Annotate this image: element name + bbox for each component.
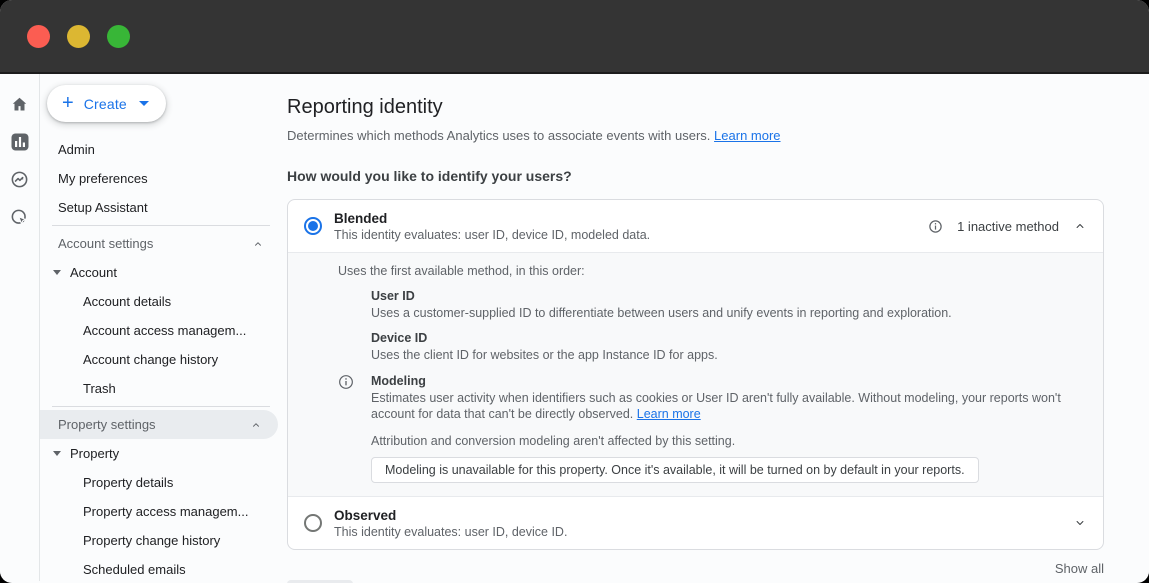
collapse-chevron-icon[interactable] [1073,219,1087,233]
section-label: Account settings [58,236,153,251]
method-description: Uses the client ID for websites or the a… [371,347,1085,363]
section-account-settings[interactable]: Account settings [40,229,280,258]
sidebar-item-my-preferences[interactable]: My preferences [40,164,280,193]
option-observed-text: Observed This identity evaluates: user I… [334,508,567,539]
divider [52,406,270,407]
sidebar-item-label: Setup Assistant [58,200,148,215]
chevron-up-icon [250,419,262,431]
minimize-button[interactable] [67,25,90,48]
method-description: Uses a customer-supplied ID to different… [371,305,1085,321]
sidebar-item-label: Account change history [83,352,218,367]
method-modeling: Modeling Estimates user activity when id… [338,373,1085,483]
sidebar-item-account-change-history[interactable]: Account change history [40,345,280,374]
method-name: Device ID [371,330,1085,346]
option-label: Observed [334,508,567,523]
option-blended-right: 1 inactive method [928,219,1087,234]
page-subtitle-text: Determines which methods Analytics uses … [287,128,710,143]
create-button-label: Create [84,96,127,112]
sidebar-item-label: Trash [83,381,116,396]
modeling-description: Estimates user activity when identifiers… [371,390,1085,422]
app-body: + Create Admin My preferences Setup Assi… [0,74,1149,581]
show-all-row: Show all [287,561,1104,576]
sidebar-nav: Admin My preferences Setup Assistant Acc… [40,135,280,583]
option-description: This identity evaluates: user ID, device… [334,525,567,539]
modeling-body: Modeling Estimates user activity when id… [371,373,1085,483]
home-icon[interactable] [10,95,29,114]
plus-icon: + [62,93,74,113]
titlebar [0,0,1149,74]
info-icon [928,219,943,234]
page-subtitle: Determines which methods Analytics uses … [287,128,1104,143]
sidebar-item-label: Admin [58,142,95,157]
radio-blended-checked[interactable] [304,217,322,235]
radio-observed-unchecked[interactable] [304,514,322,532]
sidebar-item-admin[interactable]: Admin [40,135,280,164]
modeling-description-text: Estimates user activity when identifiers… [371,391,1061,421]
sidebar-item-property-details[interactable]: Property details [40,468,280,497]
info-icon [338,374,354,390]
option-label: Blended [334,211,650,226]
sidebar-item-label: My preferences [58,171,148,186]
close-button[interactable] [27,25,50,48]
sidebar-item-property-access-management[interactable]: Property access managem... [40,497,280,526]
section-property-settings[interactable]: Property settings [40,410,278,439]
sidebar-item-label: Account [70,265,117,280]
sidebar-item-label: Property details [83,475,173,490]
method-name: Modeling [371,373,1085,389]
sidebar-item-label: Property access managem... [83,504,248,519]
sidebar-item-label: Account access managem... [83,323,246,338]
sidebar-item-trash[interactable]: Trash [40,374,280,403]
divider [52,225,270,226]
sidebar-item-account-access-management[interactable]: Account access managem... [40,316,280,345]
sidebar-item-property[interactable]: Property [40,439,280,468]
app-window: + Create Admin My preferences Setup Assi… [0,0,1149,583]
option-blended-text: Blended This identity evaluates: user ID… [334,211,650,242]
method-name: User ID [371,288,1085,304]
page-title: Reporting identity [287,96,1104,119]
caret-expanded-icon [53,451,61,456]
details-intro: Uses the first available method, in this… [338,263,1085,279]
identity-options-card: Blended This identity evaluates: user ID… [287,199,1104,550]
modeling-learn-more-link[interactable]: Learn more [637,407,701,421]
chevron-up-icon [252,238,264,250]
method-device-id: Device ID Uses the client ID for website… [371,330,1085,363]
sidebar-item-scheduled-emails[interactable]: Scheduled emails [40,555,280,583]
reports-icon[interactable] [11,133,29,151]
option-description: This identity evaluates: user ID, device… [334,228,650,242]
chevron-down-icon [139,101,149,106]
expand-chevron-icon[interactable] [1073,516,1087,530]
explore-icon[interactable] [10,170,29,189]
method-user-id: User ID Uses a customer-supplied ID to d… [371,288,1085,321]
sidebar-item-property-change-history[interactable]: Property change history [40,526,280,555]
sidebar-item-label: Property [70,446,119,461]
zoom-button[interactable] [107,25,130,48]
blended-details-panel: Uses the first available method, in this… [288,252,1103,497]
sidebar-item-label: Account details [83,294,171,309]
caret-expanded-icon [53,270,61,275]
sidebar-item-setup-assistant[interactable]: Setup Assistant [40,193,280,222]
sidebar-item-label: Property change history [83,533,220,548]
identity-question: How would you like to identify your user… [287,168,1104,184]
option-observed[interactable]: Observed This identity evaluates: user I… [288,497,1103,549]
modeling-note: Attribution and conversion modeling aren… [371,433,1085,449]
sidebar-item-label: Scheduled emails [83,562,186,577]
sidebar-item-account-details[interactable]: Account details [40,287,280,316]
sidebar-item-account[interactable]: Account [40,258,280,287]
modeling-icon-col [338,373,363,483]
nav-rail [0,74,40,581]
show-all-link[interactable]: Show all [1055,561,1104,576]
modeling-status-box: Modeling is unavailable for this propert… [371,457,979,483]
option-observed-right [1073,516,1087,530]
advertising-icon[interactable] [10,208,29,227]
window-controls [27,25,130,48]
inactive-method-badge: 1 inactive method [957,219,1059,234]
learn-more-link[interactable]: Learn more [714,128,780,143]
sidebar: + Create Admin My preferences Setup Assi… [40,74,280,581]
create-button[interactable]: + Create [47,85,166,122]
main-content: Reporting identity Determines which meth… [280,74,1149,581]
option-blended[interactable]: Blended This identity evaluates: user ID… [288,200,1103,252]
section-label: Property settings [58,417,156,432]
